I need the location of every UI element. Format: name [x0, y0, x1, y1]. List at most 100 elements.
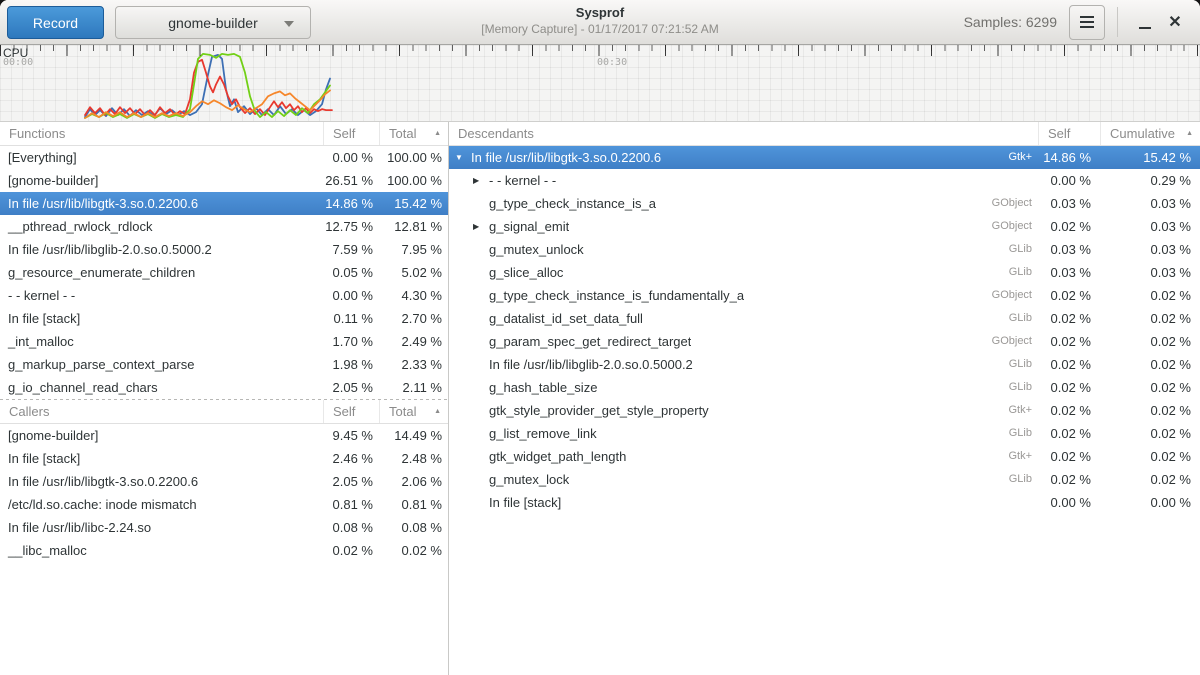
library-badge: Gtk+	[1000, 146, 1038, 169]
menu-button[interactable]	[1069, 5, 1105, 40]
callers-table-row[interactable]: In file [stack] 2.46 % 2.48 %	[0, 447, 448, 470]
descendant-cumulative-value: 0.03 %	[1100, 192, 1200, 215]
library-badge: GLib	[1001, 238, 1038, 261]
caller-total-value: 0.81 %	[379, 493, 448, 516]
functions-total-column-header[interactable]: Total ▲	[379, 122, 448, 145]
record-button[interactable]: Record	[7, 6, 104, 39]
descendants-table-row[interactable]: g_mutex_unlock GLib 0.03 % 0.03 %	[449, 238, 1200, 261]
process-selector-dropdown[interactable]: gnome-builder	[115, 6, 311, 39]
functions-table-row[interactable]: __pthread_rwlock_rdlock 12.75 % 12.81 %	[0, 215, 448, 238]
descendants-table-row[interactable]: g_type_check_instance_is_fundamentally_a…	[449, 284, 1200, 307]
timeline-minor-ticks	[0, 45, 1200, 51]
descendant-cumulative-value: 0.02 %	[1100, 422, 1200, 445]
functions-table-row[interactable]: In file /usr/lib/libglib-2.0.so.0.5000.2…	[0, 238, 448, 261]
functions-table-row[interactable]: g_markup_parse_context_parse 1.98 % 2.33…	[0, 353, 448, 376]
descendants-self-column-header[interactable]: Self	[1038, 122, 1100, 145]
close-icon: ✕	[1168, 12, 1181, 32]
descendants-table-row[interactable]: ▶ - - kernel - - 0.00 % 0.29 %	[449, 169, 1200, 192]
descendants-table-row[interactable]: gtk_widget_path_length Gtk+ 0.02 % 0.02 …	[449, 445, 1200, 468]
minimize-icon	[1139, 27, 1151, 30]
descendant-cumulative-value: 0.02 %	[1100, 284, 1200, 307]
expander-icon[interactable]: ▶	[473, 215, 489, 238]
time-label-start: 00:00	[3, 57, 33, 68]
function-self-value: 0.11 %	[323, 307, 379, 330]
process-selector-value: gnome-builder	[168, 15, 258, 31]
descendants-table-row[interactable]: ▶ g_signal_emit GObject 0.02 % 0.03 %	[449, 215, 1200, 238]
expander-icon[interactable]: ▶	[473, 169, 489, 192]
titlebar[interactable]: Record gnome-builder Sysprof [Memory Cap…	[0, 0, 1200, 45]
function-name: [gnome-builder]	[0, 169, 323, 192]
function-self-value: 0.05 %	[323, 261, 379, 284]
descendants-column-header[interactable]: Descendants	[449, 122, 1038, 145]
callers-table-row[interactable]: In file /usr/lib/libc-2.24.so 0.08 % 0.0…	[0, 516, 448, 539]
time-label-mid: 00:30	[597, 57, 627, 68]
descendants-table-row[interactable]: g_param_spec_get_redirect_target GObject…	[449, 330, 1200, 353]
functions-table-row[interactable]: - - kernel - - 0.00 % 4.30 %	[0, 284, 448, 307]
library-badge: GObject	[984, 284, 1038, 307]
descendant-name: g_mutex_lock	[489, 468, 569, 491]
descendants-table-row[interactable]: g_mutex_lock GLib 0.02 % 0.02 %	[449, 468, 1200, 491]
functions-table-row[interactable]: In file [stack] 0.11 % 2.70 %	[0, 307, 448, 330]
close-button[interactable]: ✕	[1160, 5, 1190, 40]
descendants-table-row[interactable]: g_datalist_id_set_data_full GLib 0.02 % …	[449, 307, 1200, 330]
callers-table-header: Callers Self Total ▲	[0, 400, 448, 424]
function-self-value: 1.70 %	[323, 330, 379, 353]
functions-table-row[interactable]: g_resource_enumerate_children 0.05 % 5.0…	[0, 261, 448, 284]
callers-table-row[interactable]: __libc_malloc 0.02 % 0.02 %	[0, 539, 448, 562]
function-total-value: 2.70 %	[379, 307, 448, 330]
functions-column-header[interactable]: Functions	[0, 122, 323, 145]
descendant-self-value: 0.02 %	[1038, 353, 1100, 376]
descendant-name: g_datalist_id_set_data_full	[489, 307, 643, 330]
descendants-table-row[interactable]: g_slice_alloc GLib 0.03 % 0.03 %	[449, 261, 1200, 284]
caller-total-value: 14.49 %	[379, 424, 448, 447]
functions-table-row[interactable]: g_io_channel_read_chars 2.05 % 2.11 %	[0, 376, 448, 399]
caller-self-value: 2.46 %	[323, 447, 379, 470]
sort-ascending-icon: ▲	[434, 122, 441, 145]
descendant-self-value: 0.02 %	[1038, 445, 1100, 468]
descendant-name: gtk_style_provider_get_style_property	[489, 399, 709, 422]
library-badge: Gtk+	[1000, 399, 1038, 422]
functions-table-row[interactable]: _int_malloc 1.70 % 2.49 %	[0, 330, 448, 353]
minimize-button[interactable]	[1130, 5, 1160, 40]
descendant-cumulative-value: 15.42 %	[1100, 146, 1200, 169]
function-name: __pthread_rwlock_rdlock	[0, 215, 323, 238]
library-badge: GObject	[984, 192, 1038, 215]
descendant-cumulative-value: 0.02 %	[1100, 330, 1200, 353]
descendants-table-row[interactable]: gtk_style_provider_get_style_property Gt…	[449, 399, 1200, 422]
descendants-cumulative-column-header[interactable]: Cumulative ▲	[1100, 122, 1200, 145]
descendant-name: g_list_remove_link	[489, 422, 597, 445]
caller-self-value: 0.02 %	[323, 539, 379, 562]
callers-table-row[interactable]: In file /usr/lib/libgtk-3.so.0.2200.6 2.…	[0, 470, 448, 493]
descendant-cumulative-value: 0.02 %	[1100, 399, 1200, 422]
function-self-value: 0.00 %	[323, 146, 379, 169]
function-total-value: 2.11 %	[379, 376, 448, 399]
descendant-name: g_hash_table_size	[489, 376, 597, 399]
callers-total-column-header[interactable]: Total ▲	[379, 400, 448, 423]
descendants-table-row[interactable]: g_hash_table_size GLib 0.02 % 0.02 %	[449, 376, 1200, 399]
descendant-self-value: 0.00 %	[1038, 169, 1100, 192]
callers-self-column-header[interactable]: Self	[323, 400, 379, 423]
descendants-table-row[interactable]: g_list_remove_link GLib 0.02 % 0.02 %	[449, 422, 1200, 445]
functions-table-row[interactable]: In file /usr/lib/libgtk-3.so.0.2200.6 14…	[0, 192, 448, 215]
functions-table-row[interactable]: [gnome-builder] 26.51 % 100.00 %	[0, 169, 448, 192]
cpu-graph[interactable]: CPU 00:00 00:30	[0, 45, 1200, 122]
functions-self-column-header[interactable]: Self	[323, 122, 379, 145]
descendants-table-row[interactable]: g_type_check_instance_is_a GObject 0.03 …	[449, 192, 1200, 215]
callers-table-row[interactable]: [gnome-builder] 9.45 % 14.49 %	[0, 424, 448, 447]
function-name: g_io_channel_read_chars	[0, 376, 323, 399]
descendants-table-row[interactable]: In file /usr/lib/libglib-2.0.so.0.5000.2…	[449, 353, 1200, 376]
descendants-table-row[interactable]: ▼ In file /usr/lib/libgtk-3.so.0.2200.6 …	[449, 146, 1200, 169]
caller-name: /etc/ld.so.cache: inode mismatch	[0, 493, 323, 516]
functions-table-row[interactable]: [Everything] 0.00 % 100.00 %	[0, 146, 448, 169]
callers-column-header[interactable]: Callers	[0, 400, 323, 423]
callers-table-row[interactable]: /etc/ld.so.cache: inode mismatch 0.81 % …	[0, 493, 448, 516]
library-badge: GLib	[1001, 307, 1038, 330]
descendant-self-value: 0.03 %	[1038, 261, 1100, 284]
descendant-name: g_signal_emit	[489, 215, 569, 238]
function-self-value: 0.00 %	[323, 284, 379, 307]
functions-table-header: Functions Self Total ▲	[0, 122, 448, 146]
descendant-self-value: 14.86 %	[1038, 146, 1100, 169]
descendants-table-row[interactable]: In file [stack] 0.00 % 0.00 %	[449, 491, 1200, 514]
expander-icon[interactable]: ▼	[455, 146, 471, 169]
function-self-value: 12.75 %	[323, 215, 379, 238]
